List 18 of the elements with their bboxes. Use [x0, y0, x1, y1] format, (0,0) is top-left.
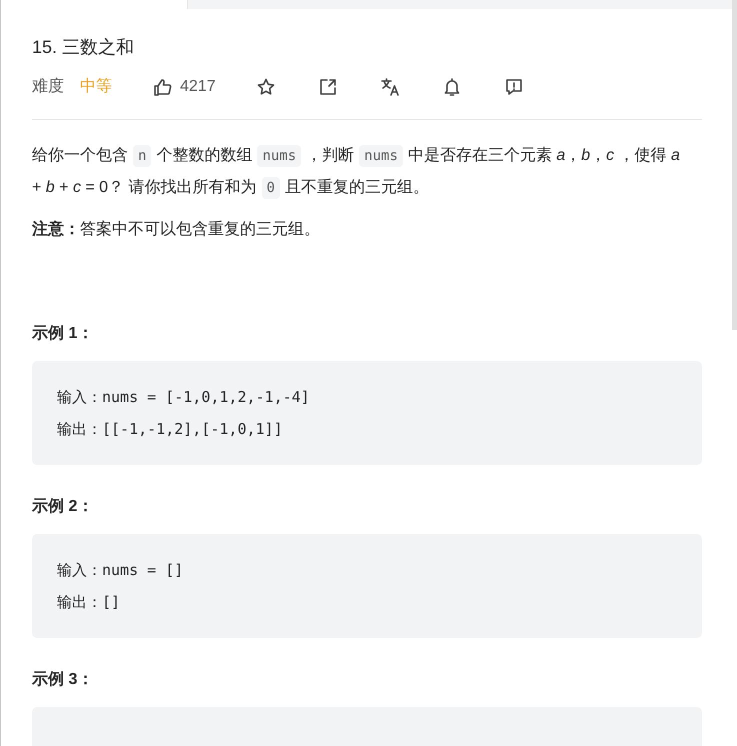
share-icon[interactable] — [318, 76, 338, 97]
star-icon[interactable] — [256, 76, 276, 97]
example-heading: 示例 3： — [32, 670, 94, 690]
problem-title: 15. 三数之和 — [32, 37, 136, 59]
difficulty-value: 中等 — [80, 76, 112, 97]
code-block: 输入：nums = [] 输出：[] — [32, 534, 702, 638]
problem-description: 给你一个包含 n 个整数的数组 nums ，判断 nums 中是否存在三个元素 a，b，c ，使得 a + b + c = 0？ 请你找出所有和为 0 且不重复的三元组。 — [32, 140, 682, 204]
bell-icon[interactable] — [442, 76, 462, 97]
example-heading: 示例 2： — [32, 496, 94, 516]
note-text: 注意：答案中不可以包含重复的三元组。 — [32, 219, 321, 240]
example-heading: 示例 1： — [32, 324, 94, 343]
translate-icon[interactable] — [380, 76, 400, 97]
difficulty-label: 难度 — [32, 76, 64, 97]
like-count: 4217 — [180, 76, 216, 97]
scrollbar[interactable] — [732, 0, 737, 330]
feedback-icon[interactable] — [504, 76, 524, 97]
like-icon[interactable] — [152, 76, 172, 97]
code-block: 输入：nums = [-1,0,1,2,-1,-4] 输出：[[-1,-1,2],[-1,0,1]] — [32, 360, 702, 465]
